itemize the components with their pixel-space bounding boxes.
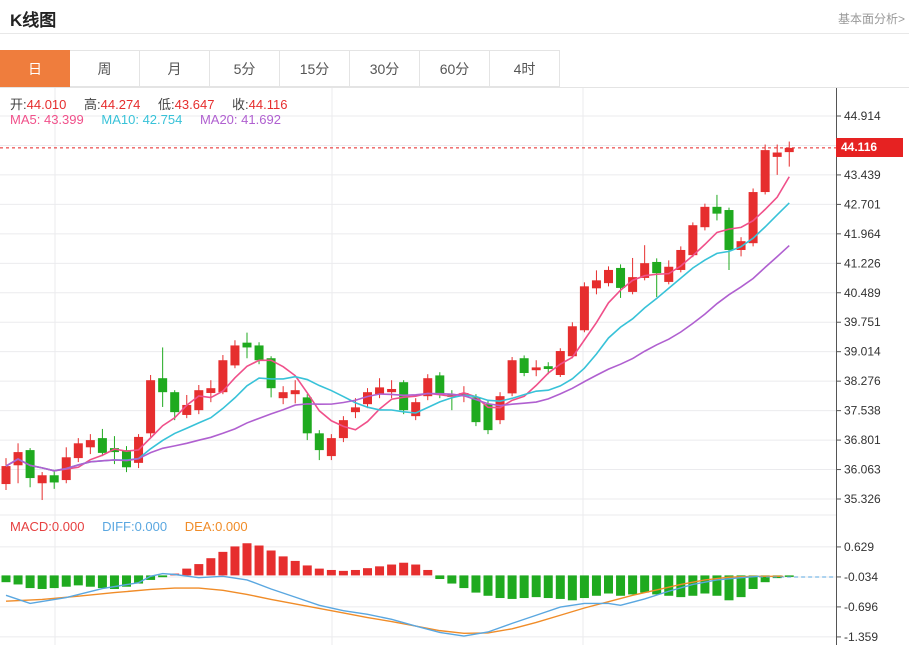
svg-text:37.538: 37.538 — [844, 404, 881, 418]
svg-text:41.226: 41.226 — [844, 256, 881, 270]
svg-text:42.701: 42.701 — [844, 197, 881, 211]
tab-week[interactable]: 周 — [70, 50, 140, 87]
svg-text:-0.696: -0.696 — [844, 600, 878, 614]
current-price-tag: 44.116 — [836, 138, 903, 157]
svg-text:-1.359: -1.359 — [844, 630, 878, 644]
svg-text:40.489: 40.489 — [844, 286, 881, 300]
period-tabs: 日 周 月 5分 15分 30分 60分 4时 — [0, 50, 909, 88]
svg-text:36.063: 36.063 — [844, 463, 881, 477]
svg-text:36.801: 36.801 — [844, 433, 881, 447]
svg-text:38.276: 38.276 — [844, 374, 881, 388]
svg-text:0.629: 0.629 — [844, 540, 874, 554]
widget-header: K线图 基本面分析> — [0, 0, 909, 34]
svg-text:39.751: 39.751 — [844, 315, 881, 329]
tab-30min[interactable]: 30分 — [350, 50, 420, 87]
tab-month[interactable]: 月 — [140, 50, 210, 87]
tab-5min[interactable]: 5分 — [210, 50, 280, 87]
fundamental-analysis-link[interactable]: 基本面分析> — [838, 10, 905, 27]
tab-15min[interactable]: 15分 — [280, 50, 350, 87]
chart-area[interactable]: 44.91444.17643.43942.70141.96441.22640.4… — [0, 88, 909, 645]
kline-chart-canvas[interactable]: 44.91444.17643.43942.70141.96441.22640.4… — [0, 88, 909, 645]
page-title: K线图 — [10, 6, 56, 31]
svg-text:-0.034: -0.034 — [844, 570, 878, 584]
svg-text:41.964: 41.964 — [844, 227, 881, 241]
svg-text:44.914: 44.914 — [844, 109, 881, 123]
svg-text:43.439: 43.439 — [844, 168, 881, 182]
tab-4hour[interactable]: 4时 — [490, 50, 560, 87]
tab-day[interactable]: 日 — [0, 50, 70, 87]
svg-text:35.326: 35.326 — [844, 492, 881, 506]
tab-60min[interactable]: 60分 — [420, 50, 490, 87]
svg-text:39.014: 39.014 — [844, 345, 881, 359]
